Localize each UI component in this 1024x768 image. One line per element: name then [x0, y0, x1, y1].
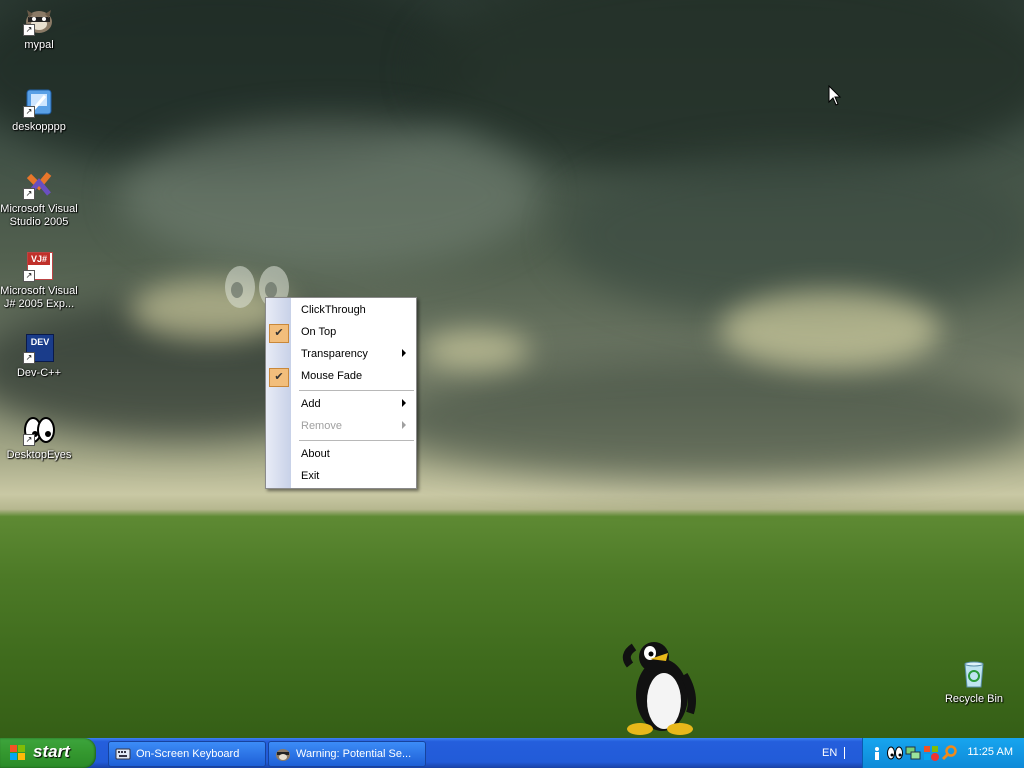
task-button-warning[interactable]: Warning: Potential Se...	[268, 741, 426, 767]
penguin-mascot-icon	[620, 635, 700, 737]
menu-item-remove: Remove	[266, 416, 416, 438]
desktop-icon-label: mypal	[24, 39, 54, 51]
desktop-icon-label: Dev-C++	[16, 367, 62, 379]
menu-item-on-top[interactable]: ✔ On Top	[266, 322, 416, 344]
submenu-arrow-icon	[402, 421, 406, 429]
menu-separator	[299, 390, 414, 391]
search-icon[interactable]	[941, 745, 957, 761]
shortcut-arrow-icon: ↗	[23, 24, 35, 36]
context-menu: ClickThrough ✔ On Top Transparency ✔ Mou…	[265, 297, 417, 489]
raccoon-icon	[275, 746, 291, 762]
visual-studio-icon: ↗	[23, 168, 55, 200]
desktop-icon-label: DesktopEyes	[6, 449, 72, 461]
cloud	[380, 360, 1024, 480]
desktop-icon-label: Microsoft Visual J# 2005 Exp...	[0, 285, 78, 310]
shortcut-arrow-icon: ↗	[23, 188, 35, 200]
desktop-icon-label: Recycle Bin	[944, 693, 1004, 705]
task-button-on-screen-keyboard[interactable]: On-Screen Keyboard	[108, 741, 266, 767]
shortcut-arrow-icon: ↗	[23, 106, 35, 118]
checkmark-icon: ✔	[269, 324, 289, 343]
shortcut-arrow-icon: ↗	[23, 434, 35, 446]
eyes-icon: ↗	[23, 414, 55, 446]
keyboard-icon	[115, 746, 131, 762]
mouse-pointer-icon	[828, 84, 842, 110]
info-icon[interactable]	[869, 745, 885, 761]
menu-item-transparency[interactable]: Transparency	[266, 344, 416, 366]
app-icon: ↗	[23, 86, 55, 118]
menu-item-about[interactable]: About	[266, 444, 416, 466]
clock[interactable]: 11:25 AM	[967, 746, 1013, 758]
desktop-background[interactable]: ↗ mypal ↗ deskopppp ↗ Microsoft Visual S…	[0, 0, 1024, 738]
submenu-arrow-icon	[402, 349, 406, 357]
windows-logo-icon	[10, 745, 26, 761]
divider	[844, 747, 845, 759]
cloud	[420, 0, 1024, 180]
desktop-icon-desktopeyes[interactable]: ↗ DesktopEyes	[0, 414, 78, 462]
devcpp-icon: DEV ↗	[23, 332, 55, 364]
sun-glow	[720, 290, 940, 370]
desktop-icon-label: deskopppp	[12, 121, 66, 133]
vj-sharp-icon: VJ# ↗	[23, 250, 55, 282]
sun-glow	[420, 330, 530, 370]
desktop-icon-deskopppp[interactable]: ↗ deskopppp	[0, 86, 78, 134]
cloud	[120, 120, 540, 270]
network-icon[interactable]	[905, 745, 921, 761]
menu-item-add[interactable]: Add	[266, 394, 416, 416]
menu-item-mouse-fade[interactable]: ✔ Mouse Fade	[266, 366, 416, 388]
taskbar: start On-Screen Keyboard Warning: Potent…	[0, 738, 1024, 768]
shortcut-arrow-icon: ↗	[23, 270, 35, 282]
raccoon-icon: ↗	[23, 4, 55, 36]
desktop-icon-label: Microsoft Visual Studio 2005	[0, 203, 78, 228]
desktop-icon-mypal[interactable]: ↗ mypal	[0, 4, 78, 52]
recycle-bin-icon	[958, 658, 990, 690]
desktop-icon-visual-j-sharp[interactable]: VJ# ↗ Microsoft Visual J# 2005 Exp...	[0, 250, 78, 311]
desktop-icon-recycle-bin[interactable]: Recycle Bin	[935, 658, 1013, 706]
system-tray: 11:25 AM	[862, 738, 1024, 768]
menu-item-exit[interactable]: Exit	[266, 466, 416, 488]
submenu-arrow-icon	[402, 399, 406, 407]
desktop-icon-devcpp[interactable]: DEV ↗ Dev-C++	[0, 332, 78, 380]
menu-separator	[299, 440, 414, 441]
desktop-icon-visual-studio[interactable]: ↗ Microsoft Visual Studio 2005	[0, 168, 78, 229]
security-icon[interactable]	[923, 745, 939, 761]
eye-icon	[225, 266, 255, 308]
menu-item-clickthrough[interactable]: ClickThrough	[266, 300, 416, 322]
start-label: start	[33, 742, 70, 761]
checkmark-icon: ✔	[269, 368, 289, 387]
start-button[interactable]: start	[0, 738, 96, 768]
eyes-icon[interactable]	[887, 745, 903, 761]
language-indicator[interactable]: EN	[814, 742, 860, 764]
shortcut-arrow-icon: ↗	[23, 352, 35, 364]
